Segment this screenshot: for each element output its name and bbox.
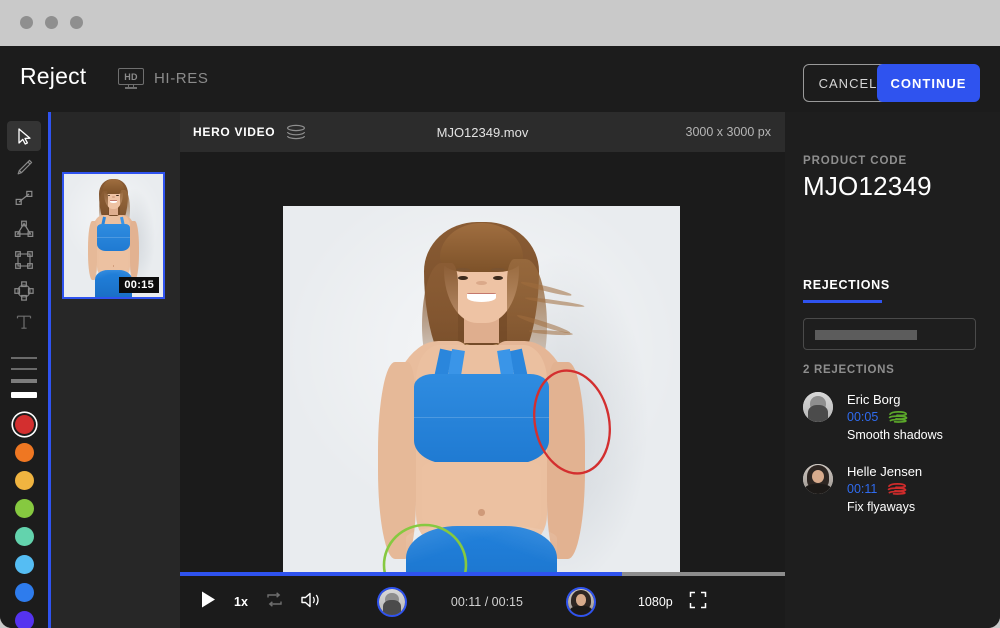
rejection-meta: 00:05 [847,410,1000,424]
maximize-icon[interactable] [70,16,83,29]
stroke-weight-group [0,357,48,398]
list-item[interactable]: Helle Jensen 00:11 Fix flyaways [785,464,1000,536]
window-controls [20,16,83,29]
stage-header: HERO VIDEO MJO12349.mov 3000 x 3000 px [180,112,785,152]
color-swatch-mint[interactable] [15,527,34,546]
hd-badge-label: HD [118,68,144,85]
rejection-author: Helle Jensen [847,464,1000,479]
play-button[interactable] [200,590,217,614]
triangle-tool[interactable] [7,214,41,244]
marker-helle-jensen[interactable] [566,587,596,617]
window-titlebar [0,0,1000,46]
rejection-search-input[interactable] [803,318,976,350]
thumbnail-duration: 00:15 [119,277,159,293]
color-swatch-sky[interactable] [15,555,34,574]
rejection-note: Smooth shadows [847,428,1000,442]
line-icon [14,190,34,206]
volume-button[interactable] [300,591,322,614]
tab-rejections[interactable]: REJECTIONS [803,278,890,292]
pencil-tool[interactable] [7,152,41,182]
stroke-weight-1[interactable] [11,357,37,359]
asset-dimensions: 3000 x 3000 px [686,125,772,139]
color-swatch-green[interactable] [15,499,34,518]
playback-rate-button[interactable]: 1x [234,595,248,609]
rectangle-icon [14,250,34,270]
app-header: Reject HD HI-RES CANCEL CONTINUE [0,46,1000,112]
rejection-count-label: 2 REJECTIONS [803,364,894,376]
avatar [803,464,833,494]
pencil-icon [15,158,34,177]
rejections-panel: PRODUCT CODE MJO12349 REJECTIONS 2 REJEC… [785,112,1000,628]
annotation-overlay [283,206,680,616]
monitor-foot [125,87,137,89]
hd-monitor-icon: HD [118,68,144,88]
text-tool[interactable] [7,307,41,337]
loop-button[interactable] [265,591,284,613]
marker-eric-borg[interactable] [377,587,407,617]
rejection-timestamp[interactable]: 00:11 [847,482,877,496]
cursor-tool[interactable] [7,121,41,151]
product-code-value: MJO12349 [803,171,932,202]
helle-jensen-avatar [568,589,594,615]
cursor-icon [17,128,32,145]
color-swatch-red[interactable] [15,415,34,434]
scribble-icon [886,482,908,496]
tab-active-indicator [803,300,882,303]
asset-thumbnail-panel: 00:15 [48,112,180,628]
color-swatch-blue[interactable] [15,583,34,602]
annotation-toolbar [0,112,48,628]
triangle-icon [14,220,34,238]
video-canvas[interactable] [283,206,680,616]
video-stage: HERO VIDEO MJO12349.mov 3000 x 3000 px [180,112,785,628]
rejection-timestamp[interactable]: 00:05 [847,410,878,424]
color-swatch-indigo[interactable] [15,611,34,628]
text-icon [15,312,33,332]
hi-res-label: HI-RES [154,70,208,87]
scribble-icon [887,410,909,424]
stroke-weight-4[interactable] [11,392,37,398]
play-icon [200,590,217,609]
color-swatch-yellow[interactable] [15,471,34,490]
continue-button[interactable]: CONTINUE [877,64,980,102]
rejection-author: Eric Borg [847,392,1000,407]
close-icon[interactable] [20,16,33,29]
rejection-note: Fix flyaways [847,500,1000,514]
stroke-weight-2[interactable] [11,368,37,371]
hi-res-indicator: HD HI-RES [118,68,208,88]
minimize-icon[interactable] [45,16,58,29]
product-code-label: PRODUCT CODE [803,155,907,167]
toolbar-divider [0,337,48,349]
page-title: Reject [20,63,86,90]
list-item[interactable]: Eric Borg 00:05 Smooth shadows [785,392,1000,464]
color-swatch-group [0,415,48,628]
search-placeholder-bar [815,330,917,340]
red-ellipse-annotation [525,363,619,480]
rectangle-tool[interactable] [7,245,41,275]
rejection-meta: 00:11 [847,482,1000,496]
line-tool[interactable] [7,183,41,213]
time-display: 00:11 / 00:15 [451,595,523,609]
ellipse-icon [14,281,34,301]
eric-borg-avatar [379,589,405,615]
ellipse-tool[interactable] [7,276,41,306]
color-swatch-orange[interactable] [15,443,34,462]
fullscreen-icon [689,591,707,609]
volume-icon [300,591,322,609]
loop-icon [265,591,284,608]
avatar [803,392,833,422]
stroke-weight-3[interactable] [11,379,37,383]
app-body: Reject HD HI-RES CANCEL CONTINUE [0,46,1000,628]
hero-video-thumbnail[interactable]: 00:15 [62,172,165,299]
fullscreen-button[interactable] [689,591,707,614]
app-window: Reject HD HI-RES CANCEL CONTINUE [0,0,1000,628]
video-player-controls: 1x [180,576,785,628]
rejection-list: Eric Borg 00:05 Smooth shadows [785,392,1000,536]
resolution-button[interactable]: 1080p [638,595,673,609]
video-frame [283,206,680,616]
